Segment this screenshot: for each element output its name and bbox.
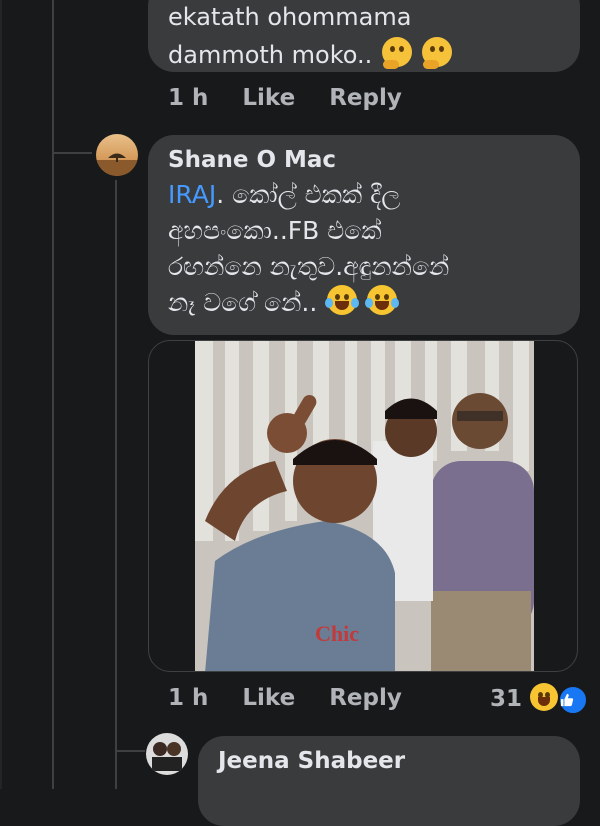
avatar[interactable] xyxy=(96,134,138,176)
comment-actions: 1 h Like Reply xyxy=(168,685,402,711)
tears-of-joy-icon xyxy=(325,285,360,315)
avatar-image xyxy=(96,134,138,176)
mention-link[interactable]: IRAJ xyxy=(168,180,216,209)
tears-of-joy-icon xyxy=(365,285,400,315)
comment-text: ekatath ohommama xyxy=(168,3,412,31)
like-button[interactable]: Like xyxy=(242,85,295,111)
comment-bubble: Jeena Shabeer xyxy=(198,736,580,826)
thread-line-main xyxy=(52,0,54,789)
comment-author[interactable]: Shane O Mac xyxy=(168,147,560,173)
like-button[interactable]: Like xyxy=(242,685,295,711)
comment-bubble: ekatath ohommama dammoth moko.. xyxy=(148,0,580,72)
laughing-face-icon xyxy=(530,683,559,711)
comment-photo-attachment[interactable]: Chic xyxy=(148,340,578,672)
reaction-summary[interactable]: 31 xyxy=(490,683,589,715)
thinking-face-icon xyxy=(421,37,452,69)
comment-text: dammoth moko.. xyxy=(168,41,373,69)
comment-actions: 1 h Like Reply xyxy=(168,85,402,111)
thread-line-reply xyxy=(115,180,117,789)
timestamp[interactable]: 1 h xyxy=(168,685,208,711)
comment-text: . කෝල් එකක් දීල xyxy=(216,180,401,209)
comment-text: නෑ වගේ නේ.. xyxy=(168,288,318,317)
reply-button[interactable]: Reply xyxy=(329,685,402,711)
reaction-count: 31 xyxy=(490,686,523,712)
thread-line-left-outer xyxy=(0,0,2,789)
svg-text:Chic: Chic xyxy=(315,621,359,646)
comment-bubble: Shane O Mac IRAJ. කෝල් එකක් දීල අහපංකො..… xyxy=(148,135,580,335)
timestamp[interactable]: 1 h xyxy=(168,85,208,111)
avatar-image xyxy=(146,733,188,775)
comment-author[interactable]: Jeena Shabeer xyxy=(218,748,560,774)
thread-connector-jeena xyxy=(115,750,145,752)
photo-image: Chic xyxy=(195,341,534,671)
comment-text: රඟන්නෙ නැතුව.අඳුනන්නේ xyxy=(168,252,450,281)
avatar[interactable] xyxy=(146,733,188,775)
thinking-face-icon xyxy=(381,37,412,69)
like-thumb-icon xyxy=(558,685,589,715)
thread-connector-shane xyxy=(52,152,92,154)
reply-button[interactable]: Reply xyxy=(329,85,402,111)
comment-text: අහපංකො..FB එකේ xyxy=(168,216,382,245)
